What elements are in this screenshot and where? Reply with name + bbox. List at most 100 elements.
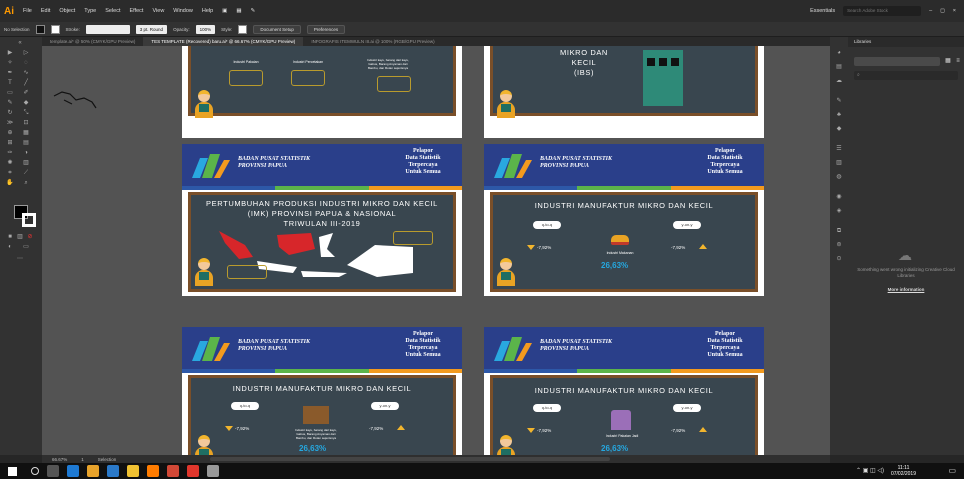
workspace-switcher[interactable]: Essentials (810, 8, 835, 14)
properties-panel-icon[interactable]: ▤ (833, 63, 845, 71)
zoom-level[interactable]: 66.67% (52, 457, 67, 462)
edit-toolbar-icon[interactable]: ⋯ (14, 255, 26, 263)
clock[interactable]: 11:11 07/02/2019 (891, 465, 916, 477)
stroke-swatch[interactable] (50, 24, 60, 34)
draw-mode-icon[interactable]: ◐ (4, 243, 16, 251)
appearance-panel-icon[interactable]: ◉ (833, 193, 845, 201)
scale-tool-icon[interactable]: ⤡ (20, 109, 32, 117)
file-explorer-icon[interactable] (127, 465, 139, 477)
opacity-field[interactable]: 100% (195, 24, 216, 34)
document-setup-button[interactable]: Document Setup (253, 24, 301, 34)
menu-edit[interactable]: Edit (41, 8, 50, 14)
stroke-panel-icon[interactable]: ☰ (833, 145, 845, 153)
menu-type[interactable]: Type (84, 8, 96, 14)
artboard-manufaktur-food[interactable]: BADAN PUSAT STATISTIK PROVINSI PAPUA Pela… (484, 144, 764, 296)
hand-tool-icon[interactable]: ✋ (4, 179, 16, 187)
symbols-panel-icon[interactable]: ♣ (833, 111, 845, 119)
arrange-icon[interactable]: ▦ (236, 8, 241, 14)
pen-icon[interactable]: ✎ (251, 8, 256, 14)
curvature-tool-icon[interactable]: ∿ (20, 69, 32, 77)
menu-view[interactable]: View (152, 8, 164, 14)
none-mode-icon[interactable]: ⊘ (24, 233, 36, 241)
fill-swatch[interactable] (35, 24, 45, 34)
slice-tool-icon[interactable]: ⟋ (20, 169, 32, 177)
library-search-input[interactable]: ⌕ (854, 71, 958, 80)
tab-tes-template[interactable]: TES TEMPLATE (Recovered) baru.ai* @ 66.6… (143, 37, 304, 46)
lasso-icon[interactable]: ◌ (20, 59, 32, 67)
shaper-tool-icon[interactable]: ✎ (4, 99, 16, 107)
screen-mode-icon[interactable]: ▭ (20, 243, 32, 251)
brush-dropdown[interactable]: 3 pt. Round (135, 24, 168, 34)
symbol-sprayer-icon[interactable]: ✺ (4, 159, 16, 167)
line-tool-icon[interactable]: ╱ (20, 79, 32, 87)
library-dropdown[interactable] (854, 57, 940, 66)
artboards-panel-icon[interactable]: ⧉ (833, 227, 845, 235)
tab-template[interactable]: template.ai* @ 50% (CMYK/GPU Preview) (42, 37, 143, 46)
cc-libraries-icon[interactable]: ☁ (833, 77, 845, 85)
horizontal-scrollbar[interactable] (210, 457, 611, 461)
artboard-top-right[interactable]: MIKRO DAN KECIL (IBS) (484, 46, 764, 138)
stray-path-artwork[interactable] (52, 86, 102, 116)
gradient-tool-icon[interactable]: ▤ (20, 139, 32, 147)
style-swatch[interactable] (238, 24, 248, 34)
align-panel-icon[interactable]: ⊜ (833, 241, 845, 249)
notifications-icon[interactable]: ▭ (948, 466, 956, 475)
edge-icon[interactable] (67, 465, 79, 477)
menu-select[interactable]: Select (105, 8, 120, 14)
menu-help[interactable]: Help (202, 8, 213, 14)
brushes-panel-icon[interactable]: ✎ (833, 97, 845, 105)
graph-tool-icon[interactable]: ▥ (20, 159, 32, 167)
system-tray-icons[interactable]: ⌃ ▣ ◫ ◁) (856, 467, 884, 474)
menu-file[interactable]: File (23, 8, 32, 14)
direct-selection-tool-icon[interactable]: ▷ (20, 49, 32, 57)
store-icon[interactable] (107, 465, 119, 477)
eraser-icon[interactable]: ◆ (20, 99, 32, 107)
menu-effect[interactable]: Effect (130, 8, 144, 14)
pathfinder-panel-icon[interactable]: ⊙ (833, 255, 845, 263)
stock-search-input[interactable]: Search Adobe Stock (843, 6, 922, 16)
pen-tool-icon[interactable]: ✒ (4, 69, 16, 77)
artboard-number[interactable]: 1 (81, 457, 84, 462)
perspective-grid-icon[interactable]: ▦ (20, 129, 32, 137)
maximize-button[interactable]: ◻ (940, 8, 945, 14)
mesh-tool-icon[interactable]: ⊞ (4, 139, 16, 147)
eyedropper-icon[interactable]: ✑ (4, 149, 16, 157)
zoom-tool-icon[interactable]: ⌕ (20, 179, 32, 187)
magic-wand-icon[interactable]: ✧ (4, 59, 16, 67)
menu-window[interactable]: Window (173, 8, 193, 14)
search-icon[interactable] (31, 467, 39, 475)
minimize-button[interactable]: – (929, 8, 932, 14)
preferences-button[interactable]: Preferences (306, 24, 346, 34)
stroke-color-icon[interactable] (22, 213, 36, 227)
type-tool-icon[interactable]: T (4, 79, 16, 87)
list-view-icon[interactable]: ≡ (952, 57, 964, 65)
more-information-link[interactable]: More information (854, 287, 958, 292)
rotate-tool-icon[interactable]: ↻ (4, 109, 16, 117)
selection-tool-icon[interactable]: ▶ (4, 49, 16, 57)
width-tool-icon[interactable]: ≫ (4, 119, 16, 127)
chrome-icon[interactable] (87, 465, 99, 477)
photos-icon[interactable] (207, 465, 219, 477)
office-icon[interactable] (167, 465, 179, 477)
stroke-weight-dropdown[interactable] (85, 24, 130, 34)
paintbrush-icon[interactable]: ✐ (20, 89, 32, 97)
tab-infografis[interactable]: INFOGRAFIS ITEMWULN III.ai @ 100% (RGB/G… (303, 37, 442, 46)
artboard-manufaktur-cloth[interactable]: BADAN PUSAT STATISTIK PROVINSI PAPUA Pela… (484, 327, 764, 455)
artboard-tool-icon[interactable]: ⌗ (4, 169, 16, 177)
panel-collapse-icon[interactable]: « (14, 39, 26, 47)
artboard-top-left[interactable]: Industri Pakaian Industri Percetakan Ind… (182, 46, 462, 138)
gradient-panel-icon[interactable]: ▥ (833, 159, 845, 167)
illustrator-taskbar-icon[interactable] (147, 465, 159, 477)
shape-builder-icon[interactable]: ⊕ (4, 129, 16, 137)
artboard-map[interactable]: BADAN PUSAT STATISTIK PROVINSI PAPUA Pela… (182, 144, 462, 296)
graphic-styles-icon[interactable]: ◆ (833, 125, 845, 133)
start-icon[interactable] (8, 466, 17, 476)
rectangle-tool-icon[interactable]: ▭ (4, 89, 16, 97)
artboard-manufaktur-wood[interactable]: BADAN PUSAT STATISTIK PROVINSI PAPUA Pela… (182, 327, 462, 455)
close-button[interactable]: × (953, 8, 956, 14)
free-transform-icon[interactable]: ⊡ (20, 119, 32, 127)
artboard-canvas[interactable]: Industri Pakaian Industri Percetakan Ind… (42, 46, 830, 455)
blend-tool-icon[interactable]: ◑ (20, 149, 32, 157)
transparency-panel-icon[interactable]: ◍ (833, 173, 845, 181)
menu-object[interactable]: Object (59, 8, 75, 14)
